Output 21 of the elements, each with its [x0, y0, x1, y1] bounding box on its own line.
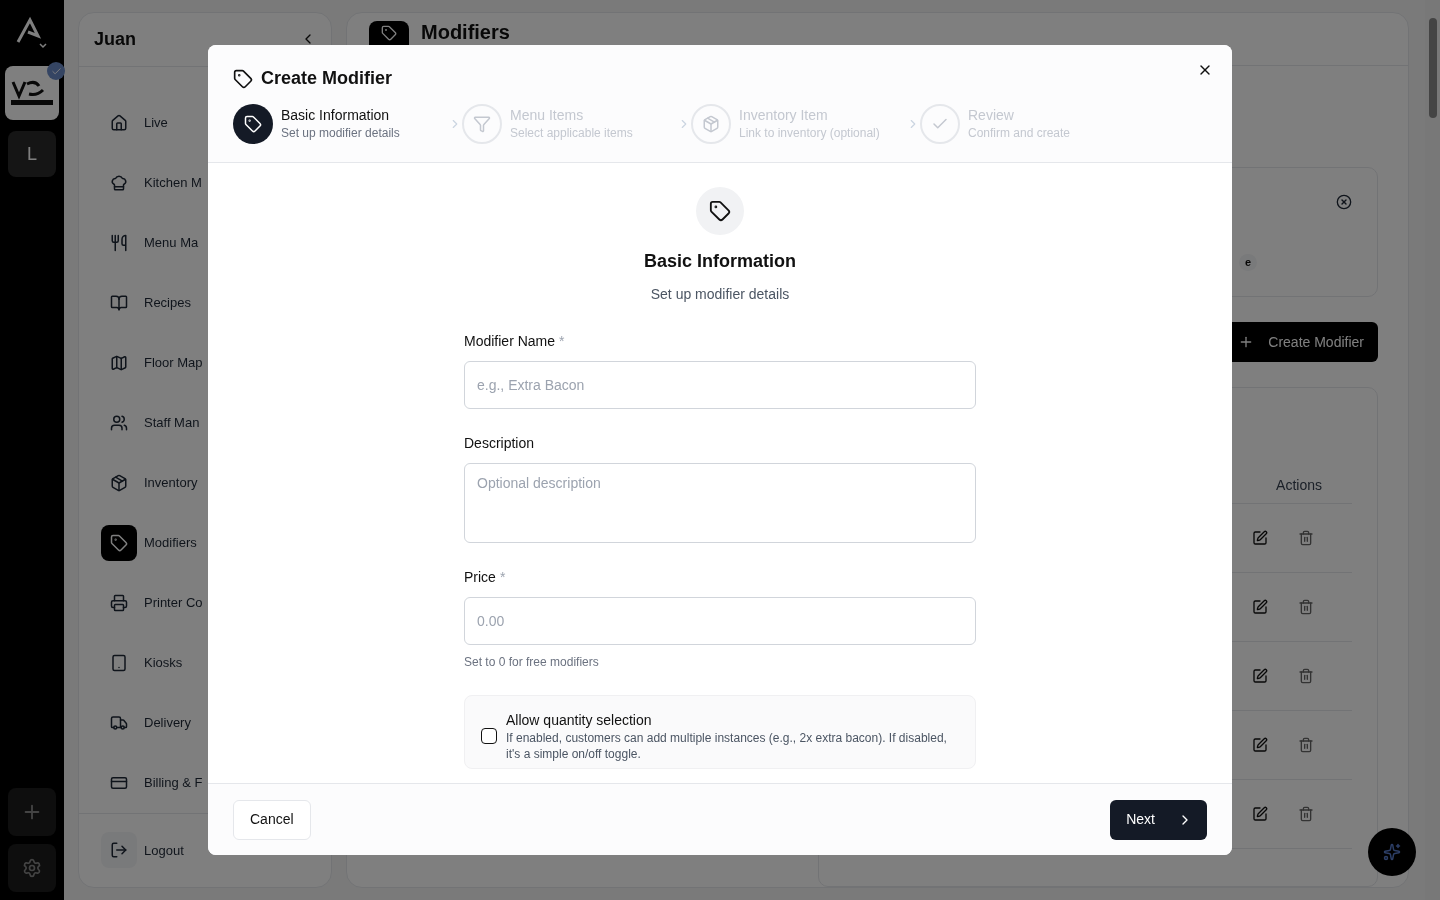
dialog-title: Create Modifier	[261, 67, 393, 90]
column-header: Actions	[1276, 476, 1322, 495]
required-mark: *	[559, 332, 565, 351]
field-label: Price	[464, 568, 496, 587]
option-description: If enabled, customers can add multiple instances (e.g., 2x extra bacon). If disabled, it's a simple on/off toggle.	[506, 730, 948, 762]
field-label: Modifier Name	[464, 332, 556, 351]
step-subtitle: Select applicable items	[510, 125, 633, 142]
step-title: Inventory Item	[739, 106, 829, 124]
field-hint: Set to 0 for free modifiers	[464, 654, 600, 671]
user-name: Juan	[94, 27, 136, 51]
required-mark: *	[499, 568, 506, 587]
step-title: Menu Items	[510, 106, 585, 124]
step-title: Basic Information	[281, 106, 391, 124]
step-title: Review	[968, 106, 1015, 124]
step-subtitle: Confirm and create	[968, 125, 1071, 142]
section-subtitle: Set up modifier details	[650, 285, 790, 304]
option-label: Allow quantity selection	[506, 711, 653, 730]
field-label: Description	[464, 434, 535, 453]
page-title: Modifiers	[421, 21, 510, 43]
step-subtitle: Set up modifier details	[281, 125, 400, 142]
section-title: Basic Information	[644, 250, 796, 273]
